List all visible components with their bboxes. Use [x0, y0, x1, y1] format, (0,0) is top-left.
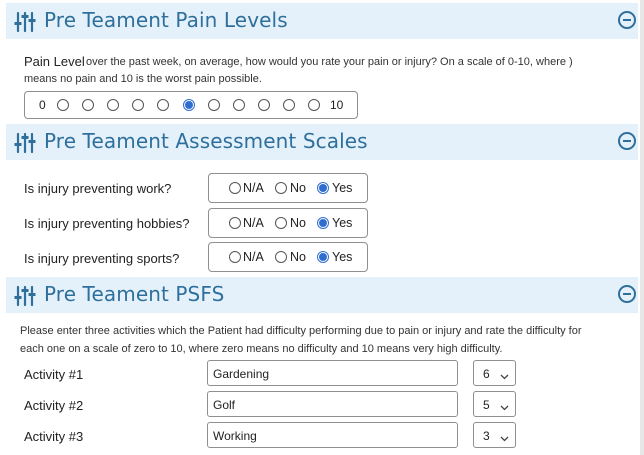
psfs-instructions: Please enter three activities which the … — [20, 325, 582, 337]
difficulty-select[interactable]: 6 — [473, 360, 516, 386]
section-title: Pre Teament Assessment Scales — [44, 129, 368, 153]
option-label: No — [290, 216, 306, 230]
scrollbar[interactable] — [640, 0, 644, 455]
radio-yes[interactable] — [317, 182, 329, 194]
pain-radio-4[interactable] — [157, 99, 169, 111]
question-label: Is injury preventing work? — [24, 181, 172, 196]
activity-input[interactable]: Golf — [207, 391, 458, 417]
activity-label: Activity #2 — [24, 398, 84, 413]
option-label: N/A — [243, 216, 264, 230]
difficulty-select[interactable]: 5 — [473, 391, 516, 417]
collapse-icon[interactable] — [618, 11, 636, 29]
scale-max-label: 10 — [330, 98, 344, 112]
activity-label: Activity #3 — [24, 429, 84, 444]
option-label: N/A — [243, 250, 264, 264]
section-title: Pre Teament Pain Levels — [44, 8, 288, 32]
radio-na[interactable] — [229, 251, 241, 263]
select-value: 6 — [483, 367, 490, 381]
pain-radio-6[interactable] — [208, 99, 220, 111]
yes-no-group: N/A No Yes — [208, 173, 368, 203]
psfs-instructions-cont: each one on a scale of zero to 10, where… — [20, 343, 503, 355]
collapse-icon[interactable] — [618, 285, 636, 303]
option-label: No — [290, 250, 306, 264]
sliders-icon — [14, 132, 36, 159]
pain-level-question-cont: means no pain and 10 is the worst pain p… — [24, 73, 262, 85]
difficulty-select[interactable]: 3 — [473, 422, 516, 448]
section-header-assessment[interactable]: Pre Teament Assessment Scales — [6, 124, 638, 160]
option-label: No — [290, 181, 306, 195]
section-header-psfs[interactable]: Pre Teament PSFS — [6, 277, 638, 313]
pain-radio-1[interactable] — [82, 99, 94, 111]
activity-input[interactable]: Working — [207, 422, 458, 448]
pain-radio-8[interactable] — [258, 99, 270, 111]
radio-yes[interactable] — [317, 217, 329, 229]
chevron-down-icon — [500, 431, 509, 445]
pain-radio-9[interactable] — [283, 99, 295, 111]
yes-no-group: N/A No Yes — [208, 208, 368, 238]
section-title: Pre Teament PSFS — [44, 282, 225, 306]
option-label: Yes — [332, 216, 353, 230]
collapse-icon[interactable] — [618, 132, 636, 150]
option-label: Yes — [332, 250, 353, 264]
option-label: Yes — [332, 181, 353, 195]
scale-min-label: 0 — [39, 98, 46, 112]
sliders-icon — [14, 285, 36, 312]
pain-level-question: over the past week, on average, how woul… — [86, 56, 573, 68]
pain-level-label: Pain Level — [24, 54, 85, 69]
pain-radio-7[interactable] — [233, 99, 245, 111]
pain-radio-2[interactable] — [107, 99, 119, 111]
chevron-down-icon — [500, 369, 509, 383]
section-header-pain[interactable]: Pre Teament Pain Levels — [6, 3, 638, 39]
activity-label: Activity #1 — [24, 367, 84, 382]
yes-no-group: N/A No Yes — [208, 242, 368, 272]
pain-radio-3[interactable] — [132, 99, 144, 111]
activity-input[interactable]: Gardening — [207, 360, 458, 386]
pain-radio-10[interactable] — [308, 99, 320, 111]
pain-radio-0[interactable] — [57, 99, 69, 111]
radio-na[interactable] — [229, 182, 241, 194]
question-label: Is injury preventing sports? — [24, 251, 180, 266]
radio-na[interactable] — [229, 217, 241, 229]
pain-scale: 0 10 — [24, 91, 358, 119]
option-label: N/A — [243, 181, 264, 195]
pain-radio-5[interactable] — [183, 99, 195, 111]
select-value: 5 — [483, 398, 490, 412]
sliders-icon — [14, 11, 36, 38]
radio-no[interactable] — [275, 251, 287, 263]
question-label: Is injury preventing hobbies? — [24, 216, 190, 231]
chevron-down-icon — [500, 400, 509, 414]
radio-yes[interactable] — [317, 251, 329, 263]
radio-no[interactable] — [275, 217, 287, 229]
select-value: 3 — [483, 429, 490, 443]
radio-no[interactable] — [275, 182, 287, 194]
